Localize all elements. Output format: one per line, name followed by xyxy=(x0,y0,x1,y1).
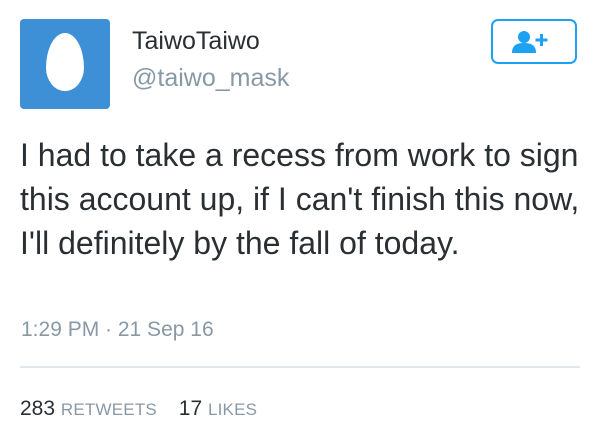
likes-stat[interactable]: 17 LIKES xyxy=(179,396,257,423)
retweets-count: 283 xyxy=(20,397,56,420)
follow-button[interactable] xyxy=(491,19,577,64)
likes-count: 17 xyxy=(178,397,203,420)
avatar[interactable] xyxy=(20,19,110,109)
retweets-label: RETWEETS xyxy=(60,400,157,419)
retweets-stat[interactable]: 283 RETWEETS xyxy=(20,396,157,423)
display-name[interactable]: TaiwoTaiwo xyxy=(132,26,260,56)
likes-label: LIKES xyxy=(207,400,258,419)
timestamp[interactable]: 1:29 PM · 21 Sep 16 xyxy=(21,317,214,343)
add-user-icon xyxy=(512,31,548,53)
username[interactable]: @taiwo_mask xyxy=(132,63,289,93)
tweet-text: I had to take a recess from work to sign… xyxy=(20,137,580,261)
tweet-stats: 283 RETWEETS 17 LIKES xyxy=(20,396,273,423)
egg-icon xyxy=(46,33,84,91)
divider xyxy=(20,366,580,368)
